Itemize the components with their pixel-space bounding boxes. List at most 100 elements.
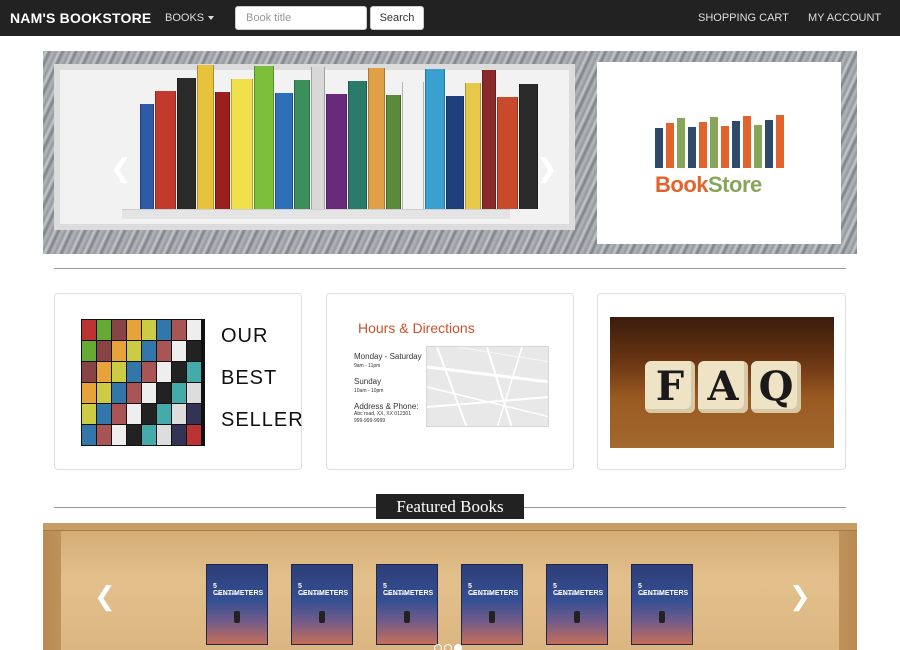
logo-book-bar xyxy=(754,125,762,168)
collage-book-cover xyxy=(187,383,201,403)
books-dropdown[interactable]: BOOKS xyxy=(165,12,215,24)
book-spine xyxy=(177,78,196,209)
book-spine xyxy=(482,70,496,209)
logo-book-bar xyxy=(699,122,707,168)
cover-figure xyxy=(404,611,410,623)
book-spine xyxy=(425,69,445,209)
collage-book-cover xyxy=(142,383,156,403)
collage-book-cover xyxy=(142,404,156,424)
featured-book-cover[interactable]: 5 CENTIMETERS PER SECOND xyxy=(291,564,353,645)
book-spine xyxy=(294,80,310,209)
featured-book-cover[interactable]: 5 CENTIMETERS PER SECOND xyxy=(206,564,268,645)
collage-book-cover xyxy=(172,320,186,340)
chevron-right-icon[interactable]: ❯ xyxy=(789,583,811,609)
collage-book-cover xyxy=(157,320,171,340)
book-spine xyxy=(497,97,518,209)
book-spine xyxy=(197,65,214,209)
logo-book-bar xyxy=(655,128,663,168)
collage-book-cover xyxy=(142,425,156,445)
chevron-right-icon[interactable]: ❯ xyxy=(536,155,558,181)
collage-book-cover xyxy=(187,320,201,340)
best-seller-word: BEST xyxy=(221,367,278,389)
hours-directions-card[interactable]: Hours & Directions Monday - Saturday 9am… xyxy=(326,293,574,470)
collage-book-cover xyxy=(172,362,186,382)
featured-book-subtitle: PER SECOND xyxy=(300,592,323,596)
book-spine xyxy=(311,67,325,209)
book-spine xyxy=(231,79,253,209)
featured-book-subtitle: PER SECOND xyxy=(640,592,663,596)
logo-word-store: Store xyxy=(708,172,762,197)
best-seller-caption: OUR BEST SELLER xyxy=(221,322,304,448)
collage-book-cover xyxy=(82,362,96,382)
collage-book-cover xyxy=(97,362,111,382)
featured-book-subtitle: PER SECOND xyxy=(470,592,493,596)
phone-text: 999-999-9999 xyxy=(354,418,386,424)
collage-book-cover xyxy=(82,383,96,403)
book-spine xyxy=(275,93,293,209)
collage-book-cover xyxy=(187,362,201,382)
logo-book-bar xyxy=(666,123,674,168)
logo-book-bar xyxy=(765,120,773,168)
books-dropdown-label: BOOKS xyxy=(165,12,205,24)
sunday-label: Sunday xyxy=(354,377,382,386)
carousel-indicator-dot[interactable] xyxy=(454,644,462,650)
collage-book-cover xyxy=(127,320,141,340)
featured-book-cover[interactable]: 5 CENTIMETERS PER SECOND xyxy=(461,564,523,645)
best-seller-word: SELLER xyxy=(221,409,304,431)
shelf-illustration xyxy=(122,209,510,219)
collage-book-cover xyxy=(112,362,126,382)
chevron-left-icon[interactable]: ❮ xyxy=(94,583,116,609)
logo-book-bar xyxy=(743,116,751,168)
logo-book-bar xyxy=(677,118,685,168)
logo-book-bar xyxy=(776,115,784,168)
chevron-left-icon[interactable]: ❮ xyxy=(110,155,132,181)
shopping-cart-link[interactable]: SHOPPING CART xyxy=(698,12,789,24)
collage-book-cover xyxy=(127,362,141,382)
caret-down-icon xyxy=(208,16,215,21)
faq-card[interactable]: F A Q xyxy=(597,293,846,470)
brand-logo-text[interactable]: NAM'S BOOKSTORE xyxy=(10,10,151,26)
best-seller-word: OUR xyxy=(221,325,269,347)
logo-word-book: Book xyxy=(655,172,709,197)
featured-book-subtitle: PER SECOND xyxy=(215,592,238,596)
best-seller-collage-image xyxy=(81,319,205,446)
book-spine xyxy=(326,94,347,209)
collage-book-cover xyxy=(97,404,111,424)
collage-book-cover xyxy=(82,320,96,340)
carousel-indicator-dot[interactable] xyxy=(434,644,442,650)
featured-book-subtitle: PER SECOND xyxy=(385,592,408,596)
map-image xyxy=(426,346,549,427)
collage-book-cover xyxy=(172,341,186,361)
featured-book-subtitle: PER SECOND xyxy=(555,592,578,596)
book-spine xyxy=(402,82,424,209)
logo-book-bar xyxy=(710,117,718,168)
address-text: Abc road, XX, XX 012301 xyxy=(354,411,411,417)
bookshelf-illustration xyxy=(140,64,538,209)
my-account-link[interactable]: MY ACCOUNT xyxy=(808,12,881,24)
wooden-shelf-top xyxy=(43,523,857,531)
cover-figure xyxy=(234,611,240,623)
cover-figure xyxy=(659,611,665,623)
collage-book-cover xyxy=(127,341,141,361)
collage-book-cover xyxy=(82,425,96,445)
collage-book-cover xyxy=(157,362,171,382)
logo-book-bar xyxy=(732,121,740,168)
cover-figure xyxy=(489,611,495,623)
featured-book-cover[interactable]: 5 CENTIMETERS PER SECOND xyxy=(376,564,438,645)
collage-book-cover xyxy=(97,341,111,361)
cover-figure xyxy=(319,611,325,623)
faq-cubes-image: F A Q xyxy=(610,317,834,448)
featured-book-cover[interactable]: 5 CENTIMETERS PER SECOND xyxy=(631,564,693,645)
featured-book-cover[interactable]: 5 CENTIMETERS PER SECOND xyxy=(546,564,608,645)
book-title-search-input[interactable] xyxy=(235,6,367,30)
best-seller-card[interactable]: OUR BEST SELLER xyxy=(54,293,304,470)
collage-book-cover xyxy=(112,425,126,445)
carousel-indicator-dot[interactable] xyxy=(444,644,452,650)
hours-title: Hours & Directions xyxy=(358,320,475,336)
featured-books-heading: Featured Books xyxy=(376,494,524,519)
search-button[interactable]: Search xyxy=(370,6,424,30)
book-spine xyxy=(155,91,176,209)
book-spine xyxy=(519,84,538,209)
collage-book-cover xyxy=(97,425,111,445)
book-spine xyxy=(465,83,481,209)
